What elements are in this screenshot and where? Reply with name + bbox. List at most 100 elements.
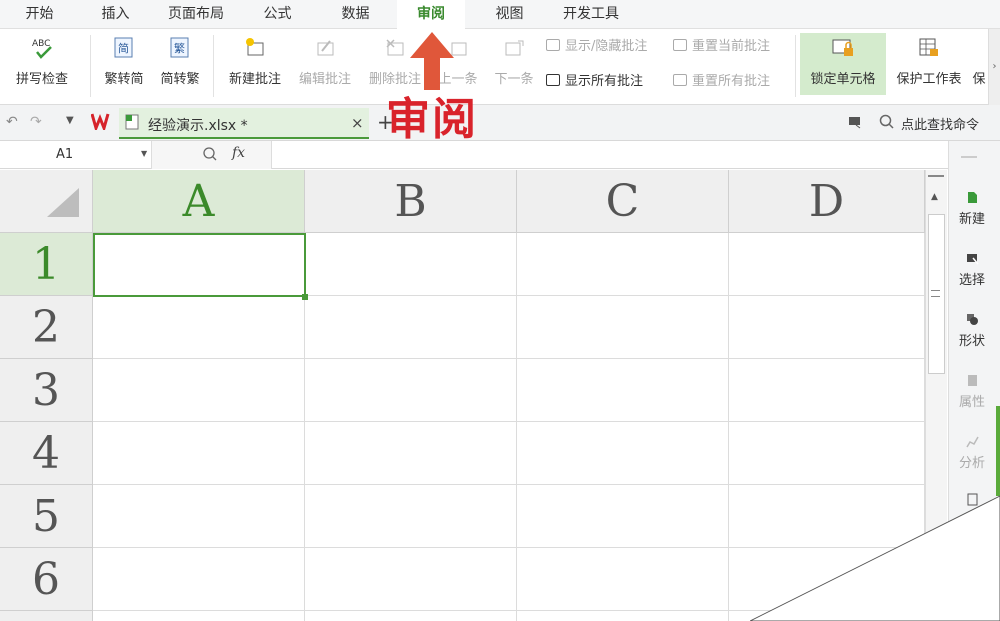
simp-to-trad-button[interactable]: 繁 简转繁 (154, 29, 206, 105)
new-icon (967, 192, 977, 203)
zoom-formula-icon[interactable] (202, 146, 218, 166)
wps-logo-icon[interactable] (90, 112, 113, 134)
tab-developer[interactable]: 开发工具 (555, 0, 627, 29)
svg-text:繁: 繁 (174, 41, 185, 55)
row-header-3[interactable]: 3 (0, 359, 93, 422)
cell[interactable] (305, 359, 517, 422)
cell[interactable] (93, 611, 305, 621)
show-hide-comment-button[interactable]: 显示/隐藏批注 (546, 37, 647, 57)
svg-text:ABC: ABC (32, 39, 50, 49)
close-tab-icon[interactable]: × (351, 114, 364, 132)
fill-handle[interactable] (302, 294, 308, 300)
formula-input[interactable] (272, 141, 948, 169)
reset-current-comment-button[interactable]: 重置当前批注 (673, 37, 770, 57)
panel-collapse-handle[interactable] (996, 406, 1000, 496)
side-shape-label: 形状 (958, 334, 985, 349)
tab-page-layout[interactable]: 页面布局 (160, 0, 232, 29)
divider (795, 35, 796, 97)
scroll-top-line (928, 175, 944, 177)
undo-icon[interactable]: ↶ (6, 114, 18, 130)
new-comment-button[interactable]: 新建批注 (222, 29, 288, 105)
cell[interactable] (305, 422, 517, 485)
search-command-box[interactable]: 点此查找命令 (901, 114, 979, 133)
cell[interactable] (305, 611, 517, 621)
column-header-b[interactable]: B (305, 170, 517, 233)
column-header-d[interactable]: D (729, 170, 925, 233)
cell[interactable] (517, 422, 729, 485)
name-box-dropdown-icon[interactable]: ▼ (141, 149, 147, 158)
cell[interactable] (305, 548, 517, 611)
divider (90, 35, 91, 97)
cell[interactable] (517, 485, 729, 548)
cell[interactable] (93, 296, 305, 359)
cell[interactable] (729, 422, 925, 485)
reset-all-comments-button[interactable]: 重置所有批注 (673, 72, 770, 92)
pin-icon[interactable] (848, 115, 862, 133)
next-comment-button[interactable]: 下一条 (488, 29, 540, 105)
row-header-4[interactable]: 4 (0, 422, 93, 485)
side-select-button[interactable]: 选择 (949, 252, 995, 288)
select-all-corner[interactable] (0, 170, 93, 233)
cell[interactable] (517, 548, 729, 611)
annotation-text: 审阅 (386, 94, 478, 145)
simp-to-trad-label: 简转繁 (160, 72, 200, 87)
tab-view[interactable]: 视图 (482, 0, 537, 29)
cell[interactable] (93, 359, 305, 422)
cell[interactable] (93, 548, 305, 611)
row-header-7[interactable] (0, 611, 93, 621)
cell[interactable] (517, 233, 729, 296)
side-analyze-button[interactable]: 分析 (949, 435, 995, 471)
spell-check-button[interactable]: ABC 拼写检查 (4, 29, 80, 105)
up-arrow-annotation (410, 32, 454, 90)
row-header-1[interactable]: 1 (0, 233, 93, 296)
cell[interactable] (729, 296, 925, 359)
cell[interactable] (305, 296, 517, 359)
side-new-label: 新建 (958, 212, 985, 227)
lock-cell-button[interactable]: 锁定单元格 (800, 29, 886, 105)
cell[interactable] (93, 485, 305, 548)
row-header-2[interactable]: 2 (0, 296, 93, 359)
trad-to-simp-button[interactable]: 简 繁转简 (98, 29, 150, 105)
side-new-button[interactable]: 新建 (949, 191, 995, 227)
edit-comment-label: 编辑批注 (298, 72, 351, 87)
reset-all-icon (673, 74, 687, 86)
side-analyze-label: 分析 (958, 456, 985, 471)
document-tab-title: 经验演示.xlsx * (148, 118, 248, 134)
ribbon-scroll-right[interactable]: › (988, 29, 1000, 105)
side-property-button[interactable]: 属性 (949, 374, 995, 410)
edit-comment-button[interactable]: 编辑批注 (292, 29, 358, 105)
function-fx-icon[interactable]: fx (232, 145, 245, 161)
cell[interactable] (517, 611, 729, 621)
side-shape-button[interactable]: 形状 (949, 313, 995, 349)
dropdown-icon[interactable]: ▼ (66, 115, 74, 126)
column-header-c[interactable]: C (517, 170, 729, 233)
tab-start[interactable]: 开始 (12, 0, 67, 29)
new-comment-icon (244, 37, 266, 59)
reset-current-label: 重置当前批注 (692, 39, 771, 54)
show-all-comments-button[interactable]: 显示所有批注 (546, 72, 643, 92)
more-ribbon-button[interactable]: 保 (972, 29, 986, 105)
cell[interactable] (729, 359, 925, 422)
redo-icon[interactable]: ↷ (30, 114, 42, 130)
document-tab[interactable]: 经验演示.xlsx * × (119, 108, 369, 139)
show-all-comments-label: 显示所有批注 (565, 74, 644, 89)
scroll-grip (931, 290, 940, 297)
cell[interactable] (305, 233, 517, 296)
cell[interactable] (517, 296, 729, 359)
cell[interactable] (93, 422, 305, 485)
row-header-6[interactable]: 6 (0, 548, 93, 611)
row-header-5[interactable]: 5 (0, 485, 93, 548)
active-cell-a1[interactable] (93, 233, 306, 297)
protect-sheet-label: 保护工作表 (896, 72, 962, 87)
cell[interactable] (305, 485, 517, 548)
column-header-a[interactable]: A (93, 170, 305, 233)
protect-sheet-button[interactable]: 保护工作表 (888, 29, 970, 105)
tab-formula[interactable]: 公式 (250, 0, 305, 29)
tab-insert[interactable]: 插入 (88, 0, 143, 29)
tab-data[interactable]: 数据 (328, 0, 383, 29)
cell[interactable] (729, 233, 925, 296)
cell[interactable] (517, 359, 729, 422)
tab-review[interactable]: 审阅 (397, 0, 465, 30)
scroll-up-icon[interactable]: ▲ (931, 192, 938, 202)
name-box[interactable]: A1 ▼ (0, 141, 152, 169)
